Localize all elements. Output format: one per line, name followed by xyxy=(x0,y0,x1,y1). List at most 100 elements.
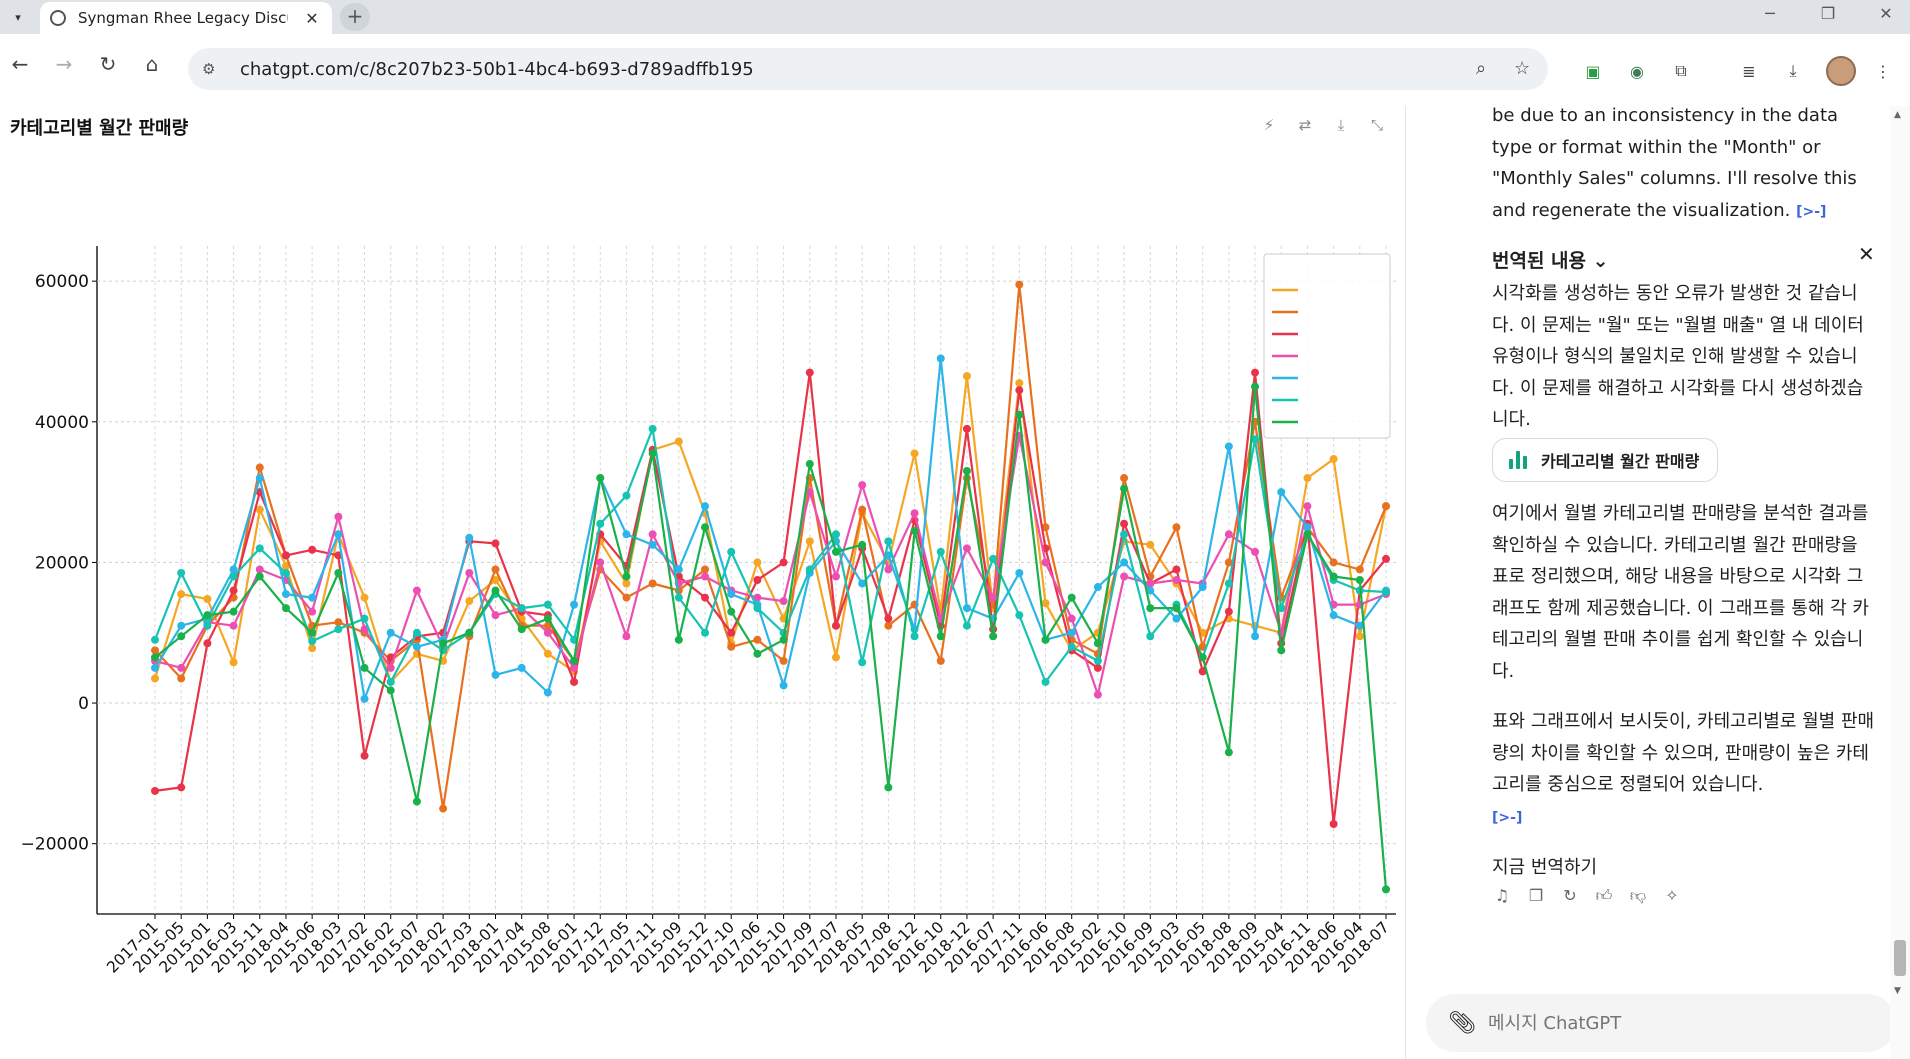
tab-strip: ▾ Syngman Rhee Legacy Discuss ✕ + ─ ❐ ✕ xyxy=(0,0,1910,34)
regenerate-icon[interactable]: ↻ xyxy=(1560,886,1580,906)
page-scrollbar[interactable]: ▲ ▼ xyxy=(1890,106,1910,1059)
new-tab-button[interactable]: + xyxy=(340,3,370,31)
data-point xyxy=(1172,523,1181,532)
home-icon[interactable]: ⌂ xyxy=(134,46,170,82)
data-point xyxy=(1067,628,1076,637)
data-point xyxy=(1093,656,1102,665)
data-point xyxy=(674,635,683,644)
scroll-down-icon[interactable]: ▼ xyxy=(1894,986,1901,996)
legend-box xyxy=(1263,253,1391,439)
extension-green-icon[interactable]: ▣ xyxy=(1580,58,1606,84)
data-point xyxy=(910,526,919,535)
maximize-icon[interactable]: ❐ xyxy=(1808,4,1848,23)
result-paragraph-1: 여기에서 월별 카테고리별 판매량을 분석한 결과를 확인하실 수 있습니다. … xyxy=(1492,503,1869,682)
data-point xyxy=(1015,280,1024,289)
read-aloud-icon[interactable]: ♫ xyxy=(1492,886,1512,906)
data-point xyxy=(1277,488,1286,497)
data-point xyxy=(229,621,238,630)
data-point xyxy=(229,572,238,581)
data-point xyxy=(1355,632,1364,641)
data-point xyxy=(308,607,317,616)
data-point xyxy=(910,449,919,458)
sparkle-menu-icon[interactable]: ✧ xyxy=(1662,886,1682,906)
data-point xyxy=(1172,604,1181,613)
message-input[interactable] xyxy=(1488,1012,1868,1034)
zoom-icon[interactable]: ⌕ xyxy=(1476,58,1486,79)
data-point xyxy=(779,558,788,567)
data-point xyxy=(386,628,395,637)
data-point xyxy=(255,572,264,581)
data-point xyxy=(1329,455,1338,464)
browser-menu-icon[interactable]: ⋮ xyxy=(1870,58,1896,84)
profile-avatar[interactable] xyxy=(1826,56,1856,86)
data-point xyxy=(936,632,945,641)
code-citation-link[interactable]: [>-] xyxy=(1796,204,1826,220)
result-paragraph-2: 표와 그래프에서 보시듯이, 카테고리별로 월별 판매량의 차이를 확인할 수 … xyxy=(1492,706,1876,834)
data-point xyxy=(1382,885,1390,894)
data-point xyxy=(360,751,369,760)
data-point xyxy=(229,658,238,667)
data-point xyxy=(831,653,840,662)
data-point xyxy=(334,618,343,627)
data-point xyxy=(962,544,971,553)
attach-paperclip-icon[interactable]: 📎︎ xyxy=(1448,1011,1476,1036)
data-point xyxy=(1172,614,1181,623)
data-point xyxy=(255,565,264,574)
close-translation-icon[interactable]: ✕ xyxy=(1858,242,1875,266)
tab-close-icon[interactable]: ✕ xyxy=(302,9,322,28)
data-point xyxy=(936,656,945,665)
copy-icon[interactable]: ❐ xyxy=(1526,886,1546,906)
data-point xyxy=(858,658,867,667)
data-point xyxy=(570,656,579,665)
data-point xyxy=(229,586,238,595)
data-point xyxy=(805,459,814,468)
translation-header[interactable]: 번역된 내용 ⌄ xyxy=(1492,246,1609,273)
data-point xyxy=(177,674,186,683)
translation-header-label: 번역된 내용 xyxy=(1492,250,1587,272)
minimize-icon[interactable]: ─ xyxy=(1750,4,1790,23)
data-point xyxy=(1172,565,1181,574)
chatgpt-favicon-icon xyxy=(50,10,66,26)
download-icon[interactable]: ⤓ xyxy=(1780,58,1806,84)
tab-search-dropdown-icon[interactable]: ▾ xyxy=(6,5,30,29)
reload-icon[interactable]: ↻ xyxy=(90,46,126,82)
data-point xyxy=(648,530,657,539)
data-point xyxy=(543,628,552,637)
data-point xyxy=(465,597,474,606)
data-point xyxy=(596,519,605,528)
scroll-up-icon[interactable]: ▲ xyxy=(1894,110,1901,120)
extension-google-icon[interactable]: ◉ xyxy=(1624,58,1650,84)
data-point xyxy=(308,644,317,653)
media-controls-icon[interactable]: ≣ xyxy=(1736,58,1762,84)
data-point xyxy=(753,635,762,644)
thumbs-down-icon[interactable]: 👎︎ xyxy=(1628,886,1648,906)
data-point xyxy=(1041,558,1050,567)
browser-tab[interactable]: Syngman Rhee Legacy Discuss ✕ xyxy=(40,2,332,34)
data-point xyxy=(308,628,317,637)
extensions-puzzle-icon[interactable]: ⧉ xyxy=(1668,58,1694,84)
address-bar[interactable]: ⚙ chatgpt.com/c/8c207b23-50b1-4bc4-b693-… xyxy=(188,48,1548,90)
data-point xyxy=(177,632,186,641)
scrollbar-thumb[interactable] xyxy=(1894,940,1906,976)
data-point xyxy=(308,637,317,646)
site-info-icon[interactable]: ⚙ xyxy=(202,60,224,78)
thumbs-up-icon[interactable]: 👍︎ xyxy=(1594,886,1614,906)
bookmark-star-icon[interactable]: ☆ xyxy=(1514,58,1530,79)
data-point xyxy=(962,467,971,476)
translate-now-link[interactable]: 지금 번역하기 xyxy=(1492,852,1876,884)
code-citation-link-2[interactable]: [>-] xyxy=(1492,810,1522,826)
chart-chip-button[interactable]: 카테고리별 월간 판매량 xyxy=(1492,438,1719,482)
assistant-message-english: be due to an inconsistency in the data t… xyxy=(1492,100,1876,228)
forward-icon[interactable]: → xyxy=(46,46,82,82)
data-point xyxy=(701,593,710,602)
close-window-icon[interactable]: ✕ xyxy=(1866,4,1906,23)
data-point xyxy=(805,368,814,377)
data-point xyxy=(1224,579,1233,588)
data-point xyxy=(203,594,212,603)
back-icon[interactable]: ← xyxy=(2,46,38,82)
data-point xyxy=(1251,368,1260,377)
chat-panel: be due to an inconsistency in the data t… xyxy=(1406,105,1910,1059)
y-tick-label: 20000 xyxy=(35,553,89,573)
bar-chart-icon xyxy=(1509,451,1529,469)
data-point xyxy=(177,590,186,599)
